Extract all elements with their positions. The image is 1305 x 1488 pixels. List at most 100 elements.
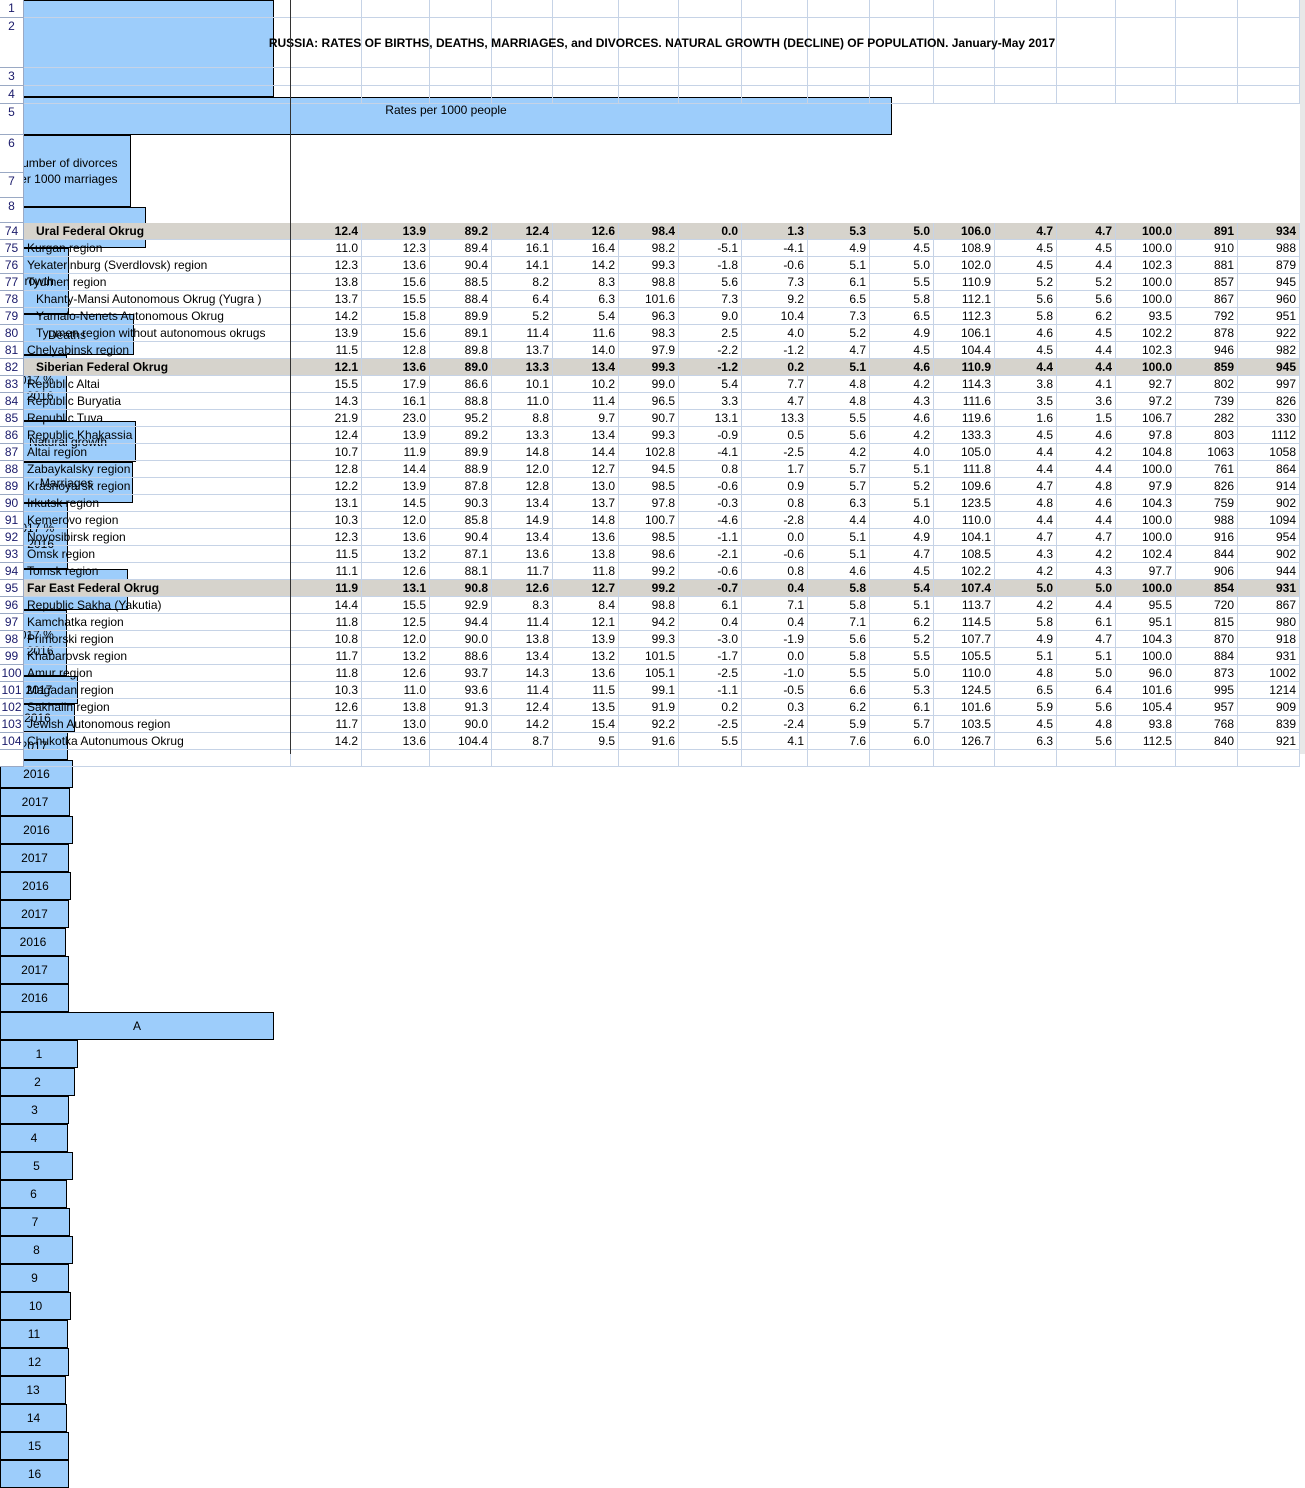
value-cell[interactable]: 995 xyxy=(1176,682,1238,699)
value-cell[interactable]: 6.6 xyxy=(808,682,870,699)
value-cell[interactable]: 99.2 xyxy=(619,563,679,580)
value-cell[interactable]: 5.8 xyxy=(808,597,870,614)
empty-cell[interactable] xyxy=(934,68,995,86)
empty-cell[interactable] xyxy=(934,0,995,18)
value-cell[interactable]: 4.9 xyxy=(808,240,870,257)
value-cell[interactable]: -2.2 xyxy=(679,342,742,359)
value-cell[interactable]: 13.7 xyxy=(553,495,619,512)
region-name[interactable]: Republic Buryatia xyxy=(24,393,291,410)
value-cell[interactable]: -0.6 xyxy=(679,563,742,580)
row-header[interactable]: 104 xyxy=(0,733,24,750)
value-cell[interactable]: 102.8 xyxy=(619,444,679,461)
value-cell[interactable]: 1063 xyxy=(1176,444,1238,461)
value-cell[interactable]: 99.3 xyxy=(619,631,679,648)
empty-cell[interactable] xyxy=(1238,750,1300,767)
value-cell[interactable]: 3.5 xyxy=(995,393,1057,410)
value-cell[interactable]: 15.8 xyxy=(362,308,430,325)
value-cell[interactable]: 931 xyxy=(1238,648,1300,665)
value-cell[interactable]: 4.3 xyxy=(1057,563,1116,580)
value-cell[interactable]: 4.7 xyxy=(995,223,1057,240)
value-cell[interactable]: 9.2 xyxy=(742,291,808,308)
value-cell[interactable]: 5.1 xyxy=(870,461,934,478)
value-cell[interactable]: 4.4 xyxy=(1057,461,1116,478)
value-cell[interactable]: 921 xyxy=(1238,733,1300,750)
value-cell[interactable]: 101.6 xyxy=(619,291,679,308)
value-cell[interactable]: 11.0 xyxy=(362,682,430,699)
value-cell[interactable]: 4.7 xyxy=(742,393,808,410)
empty-cell[interactable] xyxy=(934,750,995,767)
value-cell[interactable]: 891 xyxy=(1176,223,1238,240)
value-cell[interactable]: 104.4 xyxy=(430,733,492,750)
value-cell[interactable]: 918 xyxy=(1238,631,1300,648)
value-cell[interactable]: 11.7 xyxy=(492,563,553,580)
empty-cell[interactable] xyxy=(1116,68,1176,86)
value-cell[interactable]: 11.7 xyxy=(291,716,362,733)
value-cell[interactable]: 13.4 xyxy=(492,529,553,546)
value-cell[interactable]: 11.8 xyxy=(291,614,362,631)
region-name[interactable]: Primorski region xyxy=(24,631,291,648)
value-cell[interactable]: -2.5 xyxy=(742,444,808,461)
row-header[interactable]: 84 xyxy=(0,393,24,410)
value-cell[interactable]: 0.4 xyxy=(742,580,808,597)
value-cell[interactable]: 854 xyxy=(1176,580,1238,597)
region-name[interactable]: Tyumen region xyxy=(24,274,291,291)
value-cell[interactable]: 103.5 xyxy=(934,716,995,733)
value-cell[interactable]: 113.7 xyxy=(934,597,995,614)
value-cell[interactable]: 112.1 xyxy=(934,291,995,308)
region-name[interactable]: Chelyabinsk region xyxy=(24,342,291,359)
value-cell[interactable]: 4.0 xyxy=(870,444,934,461)
value-cell[interactable]: 89.2 xyxy=(430,427,492,444)
value-cell[interactable]: 11.5 xyxy=(291,546,362,563)
value-cell[interactable]: 6.1 xyxy=(870,699,934,716)
value-cell[interactable]: 102.4 xyxy=(1116,546,1176,563)
spreadsheet-grid[interactable]: 1 2 3 4 5 6 7 8 Rates per 1000 people Number of d… xyxy=(0,0,1305,1488)
value-cell[interactable]: 92.7 xyxy=(1116,376,1176,393)
empty-cell[interactable] xyxy=(679,750,742,767)
value-cell[interactable]: 945 xyxy=(1238,359,1300,376)
value-cell[interactable]: 13.2 xyxy=(362,546,430,563)
empty-cell[interactable] xyxy=(553,750,619,767)
value-cell[interactable]: 14.8 xyxy=(492,444,553,461)
empty-cell[interactable] xyxy=(362,0,430,18)
empty-cell[interactable] xyxy=(291,750,362,767)
value-cell[interactable]: 11.4 xyxy=(492,614,553,631)
row-header[interactable]: 85 xyxy=(0,410,24,427)
value-cell[interactable]: -2.5 xyxy=(679,665,742,682)
value-cell[interactable]: 4.9 xyxy=(870,325,934,342)
value-cell[interactable]: 14.5 xyxy=(362,495,430,512)
row-header[interactable]: 97 xyxy=(0,614,24,631)
value-cell[interactable]: 5.7 xyxy=(808,478,870,495)
value-cell[interactable]: 4.6 xyxy=(1057,495,1116,512)
value-cell[interactable]: 86.6 xyxy=(430,376,492,393)
value-cell[interactable]: 11.4 xyxy=(553,393,619,410)
value-cell[interactable]: 5.3 xyxy=(870,682,934,699)
value-cell[interactable]: 12.6 xyxy=(492,580,553,597)
value-cell[interactable]: 5.2 xyxy=(870,478,934,495)
empty-cell[interactable] xyxy=(430,750,492,767)
value-cell[interactable]: 5.1 xyxy=(808,546,870,563)
value-cell[interactable]: 4.7 xyxy=(1057,631,1116,648)
row-header[interactable]: 94 xyxy=(0,563,24,580)
value-cell[interactable]: -4.1 xyxy=(679,444,742,461)
value-cell[interactable]: 96.3 xyxy=(619,308,679,325)
value-cell[interactable]: 94.2 xyxy=(619,614,679,631)
value-cell[interactable]: -0.6 xyxy=(742,546,808,563)
value-cell[interactable]: 951 xyxy=(1238,308,1300,325)
value-cell[interactable]: 867 xyxy=(1176,291,1238,308)
value-cell[interactable]: 14.4 xyxy=(553,444,619,461)
region-name[interactable]: Sakhalin region xyxy=(24,699,291,716)
value-cell[interactable]: 100.0 xyxy=(1116,512,1176,529)
value-cell[interactable]: 97.8 xyxy=(1116,427,1176,444)
value-cell[interactable]: 12.8 xyxy=(291,461,362,478)
value-cell[interactable]: 4.7 xyxy=(995,529,1057,546)
empty-cell[interactable] xyxy=(870,750,934,767)
value-cell[interactable]: 4.2 xyxy=(1057,546,1116,563)
row-header[interactable]: 1 xyxy=(0,0,24,18)
value-cell[interactable]: 87.8 xyxy=(430,478,492,495)
value-cell[interactable]: 6.1 xyxy=(679,597,742,614)
region-name[interactable]: Kurgan region xyxy=(24,240,291,257)
value-cell[interactable]: 11.9 xyxy=(291,580,362,597)
value-cell[interactable]: 101.5 xyxy=(619,648,679,665)
value-cell[interactable]: 0.3 xyxy=(742,699,808,716)
value-cell[interactable]: 330 xyxy=(1238,410,1300,427)
